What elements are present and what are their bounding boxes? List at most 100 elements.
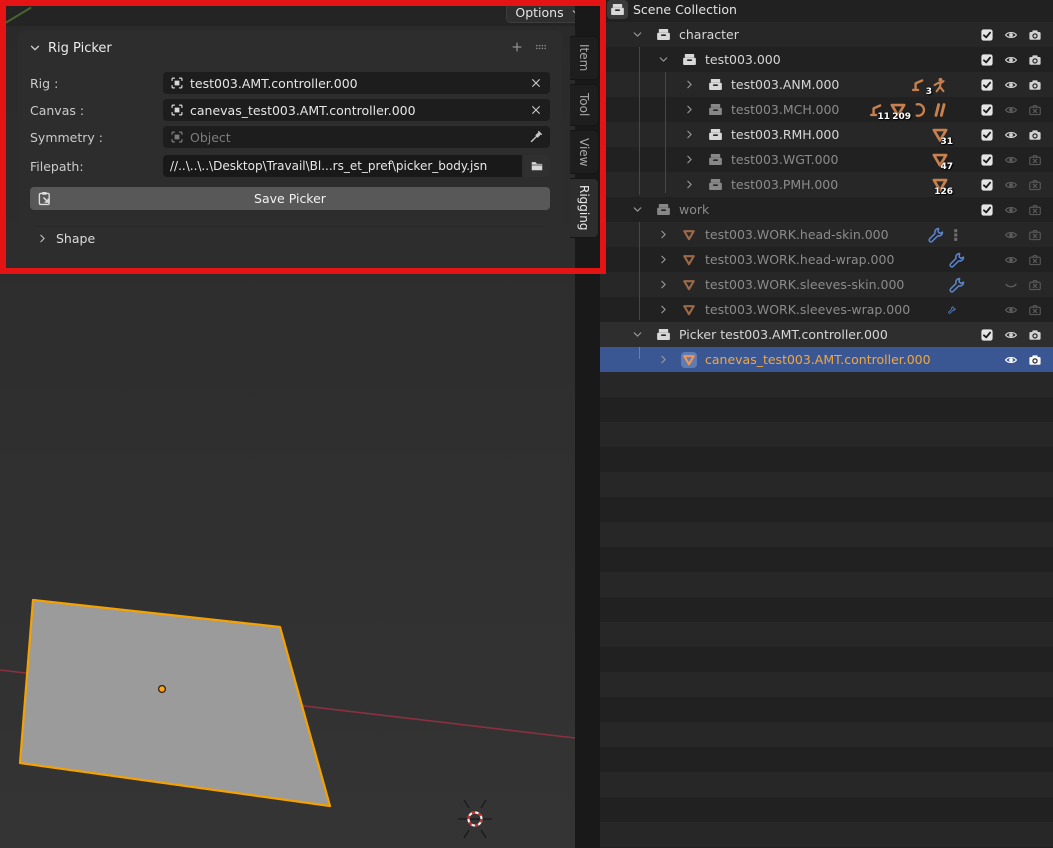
outliner-empty-row [600,722,1053,747]
render-camera-toggle[interactable] [1023,78,1047,92]
exclude-checkbox[interactable] [975,178,999,192]
outliner-row[interactable]: test003.000 [600,47,1053,72]
outliner-row[interactable]: test003.WORK.sleeves-skin.000 [600,272,1053,297]
tab-item[interactable]: Item [570,36,599,80]
exclude-checkbox[interactable] [975,128,999,142]
expand-chevron[interactable] [624,203,650,216]
shape-subpanel-header[interactable]: Shape [36,226,544,250]
canvas-object-field[interactable]: canevas_test003.AMT.controller.000 [163,99,550,121]
expand-chevron[interactable] [624,28,650,41]
exclude-checkbox[interactable] [975,153,999,167]
outliner-row[interactable]: test003.ANM.0003 [600,72,1053,97]
object-icon [170,103,184,117]
exclude-checkbox[interactable] [975,53,999,67]
collection-icon [707,151,724,168]
hide-eye-toggle[interactable] [999,28,1023,42]
render-camera-toggle[interactable] [1023,353,1047,367]
exclude-checkbox[interactable] [975,103,999,117]
expand-chevron[interactable] [650,53,676,66]
hide-eye-toggle[interactable] [999,278,1023,292]
hide-eye-toggle[interactable] [999,53,1023,67]
save-picker-button[interactable]: Save Picker [30,187,550,210]
hide-eye-toggle[interactable] [999,153,1023,167]
outliner-row[interactable]: work [600,197,1053,222]
outliner-row[interactable]: test003.WORK.sleeves-wrap.000 [600,297,1053,322]
expand-chevron[interactable] [650,353,676,366]
filepath-field[interactable]: //..\..\..\Desktop\Travail\Bl...rs_et_pr… [163,155,522,177]
3d-viewport[interactable]: Options Rig Picker Rig : test003.AMT.con… [0,0,575,848]
render-camera-toggle[interactable] [1023,28,1047,42]
hide-eye-toggle[interactable] [999,103,1023,117]
render-camera-toggle[interactable] [1023,278,1047,292]
hide-eye-toggle[interactable] [999,203,1023,217]
render-camera-toggle[interactable] [1023,253,1047,267]
render-camera-toggle[interactable] [1023,128,1047,142]
render-camera-toggle[interactable] [1023,303,1047,317]
outliner-row[interactable]: Scene Collection [600,0,1053,22]
outliner-row[interactable]: test003.WORK.head-wrap.000 [600,247,1053,272]
render-camera-toggle[interactable] [1023,328,1047,342]
hide-eye-toggle-icon [1004,303,1018,317]
plus-icon[interactable] [510,40,524,54]
hide-eye-toggle[interactable] [999,328,1023,342]
hide-eye-toggle[interactable] [999,128,1023,142]
rig-object-field[interactable]: test003.AMT.controller.000 [163,72,550,94]
hide-eye-toggle[interactable] [999,178,1023,192]
render-camera-toggle-icon [1028,78,1042,92]
render-camera-toggle[interactable] [1023,153,1047,167]
hide-eye-toggle[interactable] [999,353,1023,367]
expand-chevron[interactable] [676,178,702,191]
render-camera-toggle[interactable] [1023,203,1047,217]
exclude-checkbox[interactable] [975,78,999,92]
clear-x-icon[interactable] [529,103,543,117]
chevron-right-icon [36,232,49,245]
render-camera-toggle[interactable] [1023,53,1047,67]
outliner-row[interactable]: test003.WGT.00047 [600,147,1053,172]
render-camera-toggle[interactable] [1023,178,1047,192]
tab-view[interactable]: View [570,130,599,174]
expand-chevron[interactable] [676,78,702,91]
outliner-row[interactable]: test003.RMH.00031 [600,122,1053,147]
hide-eye-toggle[interactable] [999,78,1023,92]
outliner-rows: Scene Collectioncharactertest003.000test… [600,0,1053,848]
outliner-row[interactable]: test003.MCH.00011209 [600,97,1053,122]
hide-eye-toggle[interactable] [999,228,1023,242]
expand-chevron[interactable] [650,278,676,291]
exclude-checkbox[interactable] [975,203,999,217]
clear-x-icon[interactable] [529,76,543,90]
exclude-checkbox[interactable] [975,28,999,42]
expand-chevron[interactable] [676,103,702,116]
render-camera-toggle-icon [1028,53,1042,67]
hide-eye-toggle-icon [1004,78,1018,92]
tree-guide [665,72,666,193]
render-camera-toggle[interactable] [1023,103,1047,117]
render-camera-toggle[interactable] [1023,228,1047,242]
grip-dots-icon[interactable] [534,40,548,54]
exclude-checkbox[interactable] [975,328,999,342]
hide-eye-toggle[interactable] [999,303,1023,317]
outliner-row[interactable]: test003.PMH.000126 [600,172,1053,197]
scene-collection-icon [607,0,628,19]
eyedropper-icon[interactable] [529,130,543,144]
browse-folder-button[interactable] [524,155,550,177]
symmetry-object-field[interactable]: Object [163,126,550,148]
hide-eye-toggle[interactable] [999,253,1023,267]
expand-chevron[interactable] [624,328,650,341]
canvas-plane-object[interactable] [20,600,330,806]
panel-header[interactable]: Rig Picker [28,38,112,58]
render-camera-toggle-icon [1028,228,1042,242]
outliner-row[interactable]: test003.WORK.head-skin.000 [600,222,1053,247]
expand-chevron[interactable] [650,303,676,316]
outliner-row-selected[interactable]: canevas_test003.AMT.controller.000 [600,347,1053,372]
tab-tool[interactable]: Tool [570,84,599,126]
expand-chevron[interactable] [676,128,702,141]
chevron-right-icon [683,178,696,191]
data-icon-cluster: 126 [931,176,949,194]
expand-chevron[interactable] [650,253,676,266]
tab-rigging[interactable]: Rigging [570,178,599,238]
expand-chevron[interactable] [676,153,702,166]
outliner-row[interactable]: character [600,22,1053,47]
expand-chevron[interactable] [650,228,676,241]
exclude-checkbox-icon [980,178,994,192]
outliner-row[interactable]: Picker test003.AMT.controller.000 [600,322,1053,347]
